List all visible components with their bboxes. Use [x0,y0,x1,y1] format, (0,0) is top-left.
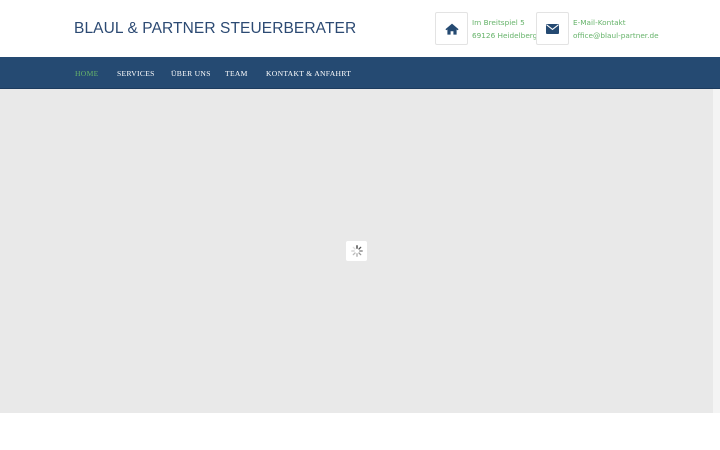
nav-item-home[interactable]: HOME [75,69,99,78]
site-logo[interactable]: BLAUL & PARTNER STEUERBERATER [74,20,356,38]
email-label: E-Mail-Kontakt [573,18,626,27]
address-street: Im Breitspiel 5 [472,18,525,27]
address-city: 69126 Heidelberg [472,30,538,40]
email-block: E-Mail-Kontakt office@blaul-partner.de [573,17,659,42]
spinner-icon [350,245,363,257]
page-scroll-gutter [713,89,720,413]
address-block: Im Breitspiel 5 69126 Heidelberg [472,17,537,42]
email-icon-box [536,12,569,45]
home-icon [444,23,459,35]
nav-item-ueber-uns[interactable]: ÜBER UNS [171,69,211,78]
email-address-link[interactable]: office@blaul-partner.de [573,30,659,43]
nav-item-kontakt-anfahrt[interactable]: KONTAKT & ANFAHRT [266,69,351,78]
site-header: BLAUL & PARTNER STEUERBERATER Im Breitsp… [0,0,720,57]
envelope-icon [546,23,559,34]
nav-item-team[interactable]: TEAM [225,69,248,78]
slider-loading-indicator [346,241,367,261]
content-section [0,413,720,450]
main-navigation: HOME SERVICES ÜBER UNS TEAM KONTAKT & AN… [0,57,720,89]
nav-item-services[interactable]: SERVICES [117,69,155,78]
address-icon-box [435,12,468,45]
